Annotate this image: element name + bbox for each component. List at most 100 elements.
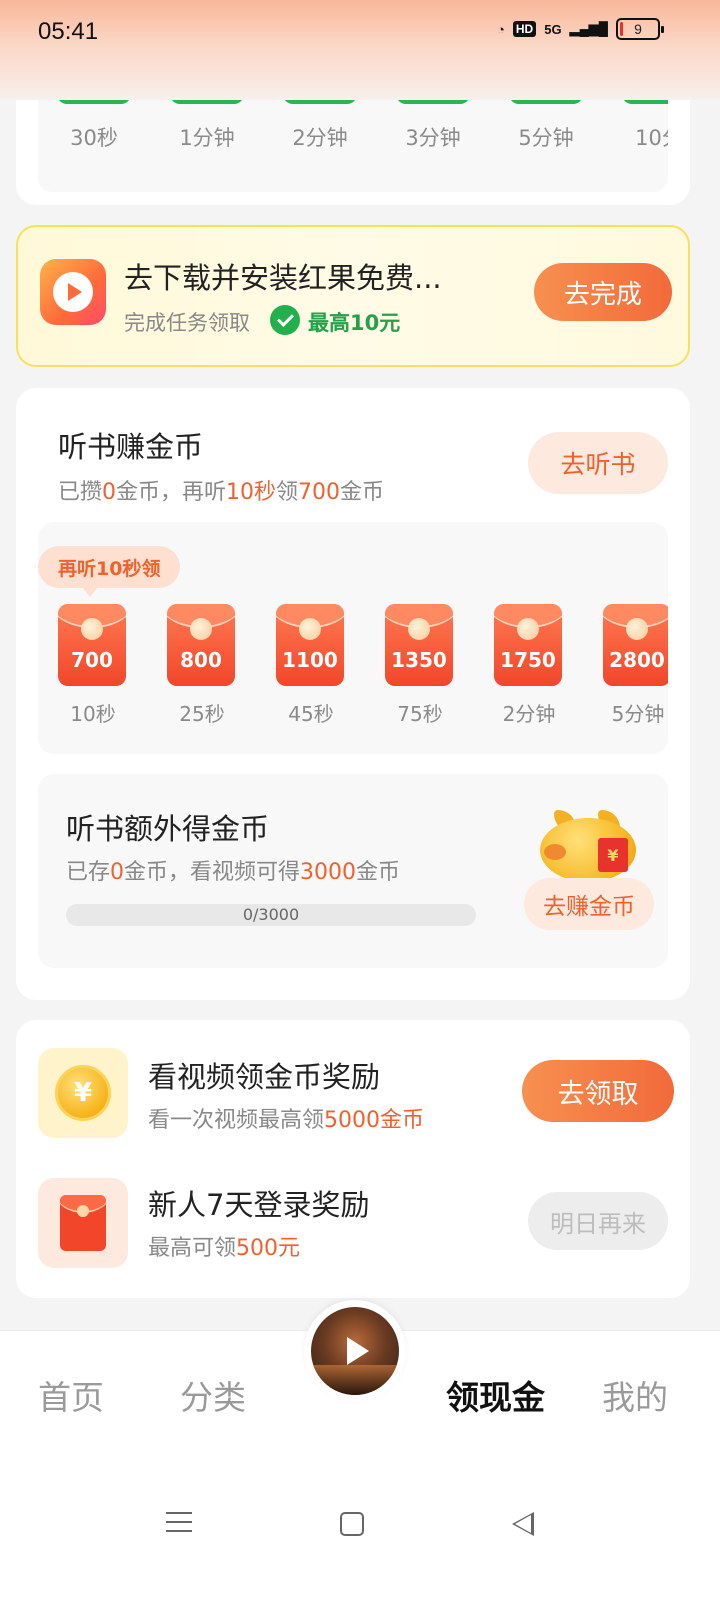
login-reward-title: 新人7天登录奖励 <box>148 1188 370 1222</box>
packet-time-label: 45秒 <box>288 702 334 726</box>
red-envelope-icon: 2800 <box>603 604 668 686</box>
play-icon <box>347 1337 369 1365</box>
listen-subtitle: 已攒0金币，再听10秒领700金币 <box>58 474 384 506</box>
next-reward-tip: 再听10秒领 <box>38 546 181 597</box>
video-reward-subtitle: 看一次视频最高领5000金币 <box>148 1102 424 1134</box>
nav-home[interactable]: 首页 <box>38 1371 104 1419</box>
video-reward-title: 看视频领金币奖励 <box>148 1060 381 1094</box>
nav-category[interactable]: 分类 <box>180 1371 246 1419</box>
hd-icon: HD <box>512 21 537 37</box>
hongguo-app-icon <box>40 259 106 325</box>
red-packet[interactable]: 700 10秒 <box>58 604 128 727</box>
listen-sub-prefix: 已攒 <box>58 480 103 505</box>
pig-snout <box>544 844 566 860</box>
go-listen-button[interactable]: 去听书 <box>528 432 668 494</box>
earn-coins-button[interactable]: 去赚金币 <box>524 878 654 930</box>
claim-video-reward-button[interactable]: 去领取 <box>522 1060 674 1122</box>
gold-coin-icon: ¥ <box>55 1065 111 1121</box>
packet-amount: 800 <box>180 648 222 672</box>
network-5g-icon: 5G <box>544 21 562 37</box>
listen-earn-card: 听书赚金币 已攒0金币，再听10秒领700金币 去听书 再听10秒领 700 1… <box>16 388 690 1000</box>
red-envelope-icon: 1750 <box>494 604 562 686</box>
red-packet[interactable]: 1750 2分钟 <box>494 604 564 727</box>
nav-cash[interactable]: 领现金 <box>446 1371 545 1419</box>
red-envelope-icon: 700 <box>58 604 126 686</box>
nav-mine[interactable]: 我的 <box>602 1371 668 1419</box>
piggy-bank-icon: ¥ <box>540 810 636 882</box>
come-back-tomorrow-button[interactable]: 明日再来 <box>528 1192 668 1250</box>
pig-money-tag: ¥ <box>598 838 628 872</box>
check-icon <box>270 305 300 335</box>
extra-video-reward: 3000 <box>300 860 357 885</box>
battery-fill <box>620 22 624 36</box>
packet-time-label: 75秒 <box>397 702 443 726</box>
play-icon <box>68 283 82 301</box>
packet-amount: 1750 <box>500 648 556 672</box>
packet-amount: 1100 <box>282 648 338 672</box>
packet-time-label: 10秒 <box>70 702 116 726</box>
book-cover-thumbnail <box>311 1307 399 1395</box>
packet-amount: 1350 <box>391 648 447 672</box>
complete-task-button[interactable]: 去完成 <box>534 263 672 321</box>
extra-sub-mid: 金币，看视频可得 <box>124 860 301 885</box>
extra-progress-bar: 0/3000 <box>66 904 476 926</box>
timer-label: 2分钟 <box>292 126 348 150</box>
battery-level: 9 <box>634 21 642 37</box>
home-icon[interactable] <box>340 1512 364 1536</box>
listen-remaining-time: 10秒 <box>226 480 277 505</box>
red-packet-icon <box>60 1195 106 1251</box>
packet-time-label: 25秒 <box>179 702 225 726</box>
extra-coins-saved: 0 <box>110 860 125 885</box>
status-time: 05:41 <box>38 18 99 45</box>
login-reward-sub-prefix: 最高可领 <box>148 1236 237 1261</box>
task-subtitle: 完成任务领取 <box>124 311 250 335</box>
speedometer-icon: ◔ <box>497 21 505 37</box>
packet-amount: 2800 <box>609 648 665 672</box>
video-reward-sub-prefix: 看一次视频最高领 <box>148 1108 325 1133</box>
packet-time-label: 5分钟 <box>611 702 665 726</box>
gold-coin-icon-bg: ¥ <box>38 1048 128 1138</box>
timer-label: 10分 <box>635 126 668 150</box>
timer-label: 5分钟 <box>518 126 574 150</box>
red-envelope-icon: 1100 <box>276 604 344 686</box>
packet-time-label: 2分钟 <box>502 702 556 726</box>
extra-sub-prefix: 已存 <box>66 860 111 885</box>
listen-sub-suffix: 金币 <box>340 480 385 505</box>
listen-coins-saved: 0 <box>102 480 117 505</box>
extra-coins-panel: 听书额外得金币 已存0金币，看视频可得3000金币 0/3000 ¥ 去赚金币 <box>38 774 668 968</box>
signal-icon: ▂▄▆█ <box>569 21 608 36</box>
listen-sub-mid2: 领 <box>276 480 299 505</box>
status-icons: ◔ HD 5G ▂▄▆█ 9 <box>497 18 664 40</box>
back-icon[interactable] <box>512 1512 534 1536</box>
app-icon-ring <box>53 272 93 312</box>
progress-text: 0/3000 <box>242 905 300 924</box>
reward-tasks-card: ¥ 看视频领金币奖励 看一次视频最高领5000金币 去领取 新人7天登录奖励 最… <box>16 1020 690 1298</box>
red-packet-icon-bg <box>38 1178 128 1268</box>
status-bar: 05:41 ◔ HD 5G ▂▄▆█ 9 <box>0 0 720 100</box>
red-packet[interactable]: 800 25秒 <box>167 604 237 727</box>
extra-subtitle: 已存0金币，看视频可得3000金币 <box>66 854 400 886</box>
red-packet[interactable]: 2800 5分钟 <box>603 604 668 727</box>
red-envelope-icon: 800 <box>167 604 235 686</box>
task-title: 去下载并安装红果免费... <box>124 261 442 295</box>
battery-icon: 9 <box>616 18 664 40</box>
extra-sub-suffix: 金币 <box>356 860 401 885</box>
download-task-banner[interactable]: 去下载并安装红果免费... 完成任务领取 最高10元 去完成 <box>16 225 690 367</box>
listen-title: 听书赚金币 <box>58 430 204 464</box>
audio-player-disc[interactable] <box>304 1300 406 1402</box>
red-packet[interactable]: 1350 75秒 <box>385 604 455 727</box>
timer-label: 3分钟 <box>405 126 461 150</box>
packet-amount: 700 <box>71 648 113 672</box>
login-reward-max: 500元 <box>236 1236 301 1261</box>
red-packet[interactable]: 1100 45秒 <box>276 604 346 727</box>
system-nav-bar <box>0 1460 720 1600</box>
listen-next-reward: 700 <box>298 480 341 505</box>
task-reward: 最高10元 <box>308 311 401 335</box>
menu-icon[interactable] <box>166 1512 192 1532</box>
red-packet-row: 再听10秒领 700 10秒 800 25秒 1100 45秒 1350 75秒… <box>38 522 668 754</box>
video-reward-max: 5000金币 <box>324 1108 425 1133</box>
red-envelope-icon: 1350 <box>385 604 453 686</box>
timer-label: 1分钟 <box>179 126 235 150</box>
extra-title: 听书额外得金币 <box>66 812 270 846</box>
listen-sub-mid: 金币，再听 <box>116 480 227 505</box>
